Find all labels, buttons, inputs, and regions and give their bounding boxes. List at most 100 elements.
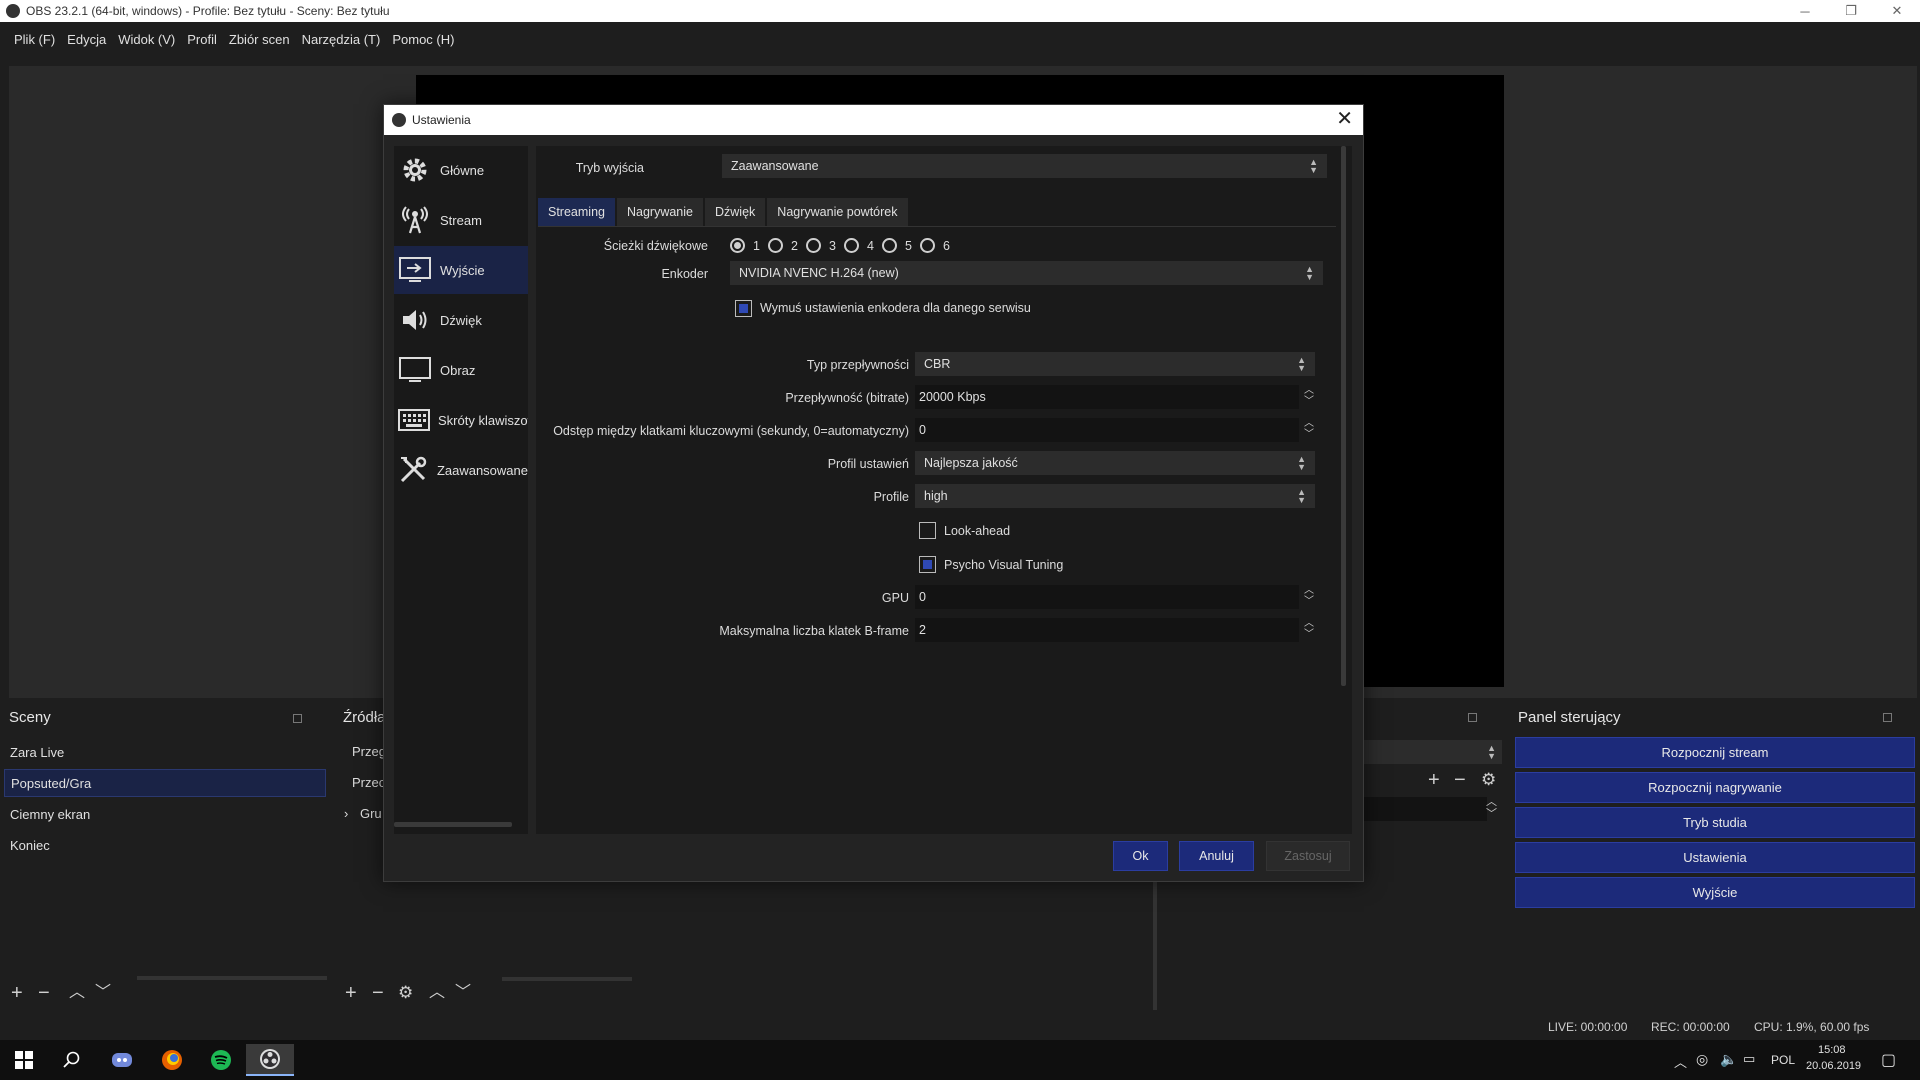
move-down-icon[interactable]: ﹀ [455,983,471,1003]
mixer-scrollbar[interactable] [1153,880,1157,1010]
audio-track-radio-1[interactable] [730,238,745,253]
gpu-label: GPU [881,591,909,605]
wrench-screwdriver-icon [398,453,429,487]
spin-arrows-icon[interactable]: ︿ ﹀ [1301,385,1317,409]
content-scrollbar[interactable] [1341,146,1346,686]
tab-recording[interactable]: Nagrywanie [616,198,703,226]
dock-float-icon[interactable] [1468,713,1477,722]
spin-arrows-icon[interactable]: ︿ ﹀ [1301,418,1317,442]
minimize-button[interactable]: ─ [1782,0,1828,22]
source-group-item[interactable]: › Gru [344,806,382,821]
duration-spinbox[interactable] [1364,797,1487,821]
windows-start-icon[interactable] [0,1044,48,1076]
close-icon[interactable]: ✕ [1336,109,1353,129]
transition-gear-icon[interactable]: ⚙ [1481,770,1496,790]
spotify-icon[interactable] [197,1044,245,1076]
tab-audio[interactable]: Dźwięk [705,198,766,226]
source-item[interactable]: Przeg [352,744,386,759]
spin-arrows-icon[interactable]: ︿ ﹀ [1301,585,1317,609]
move-up-icon[interactable]: ︿ [69,983,85,1003]
profile-select[interactable]: high ▲ ▼ [915,484,1315,508]
add-scene-icon[interactable]: + [11,983,23,1003]
output-mode-select[interactable]: Zaawansowane ▲ ▼ [722,154,1327,178]
sidebar-item-output[interactable]: Wyjście [394,246,528,294]
source-item[interactable]: Przec [352,775,385,790]
add-transition-icon[interactable]: + [1428,770,1440,790]
gpu-spinbox[interactable]: 0 ︿ ﹀ [915,585,1314,609]
start-stream-button[interactable]: Rozpocznij stream [1515,737,1915,768]
sidebar-item-video[interactable]: Obraz [394,346,528,394]
scene-item[interactable]: Ciemny ekran [4,800,326,828]
obs-taskbar-icon[interactable] [246,1044,294,1076]
menu-file[interactable]: Plik (F) [14,32,55,47]
close-window-button[interactable]: ✕ [1874,0,1920,22]
settings-button[interactable]: Ustawienia [1515,842,1915,873]
sidebar-item-audio[interactable]: Dźwięk [394,296,528,344]
discord-icon[interactable] [98,1044,146,1076]
studio-mode-button[interactable]: Tryb studia [1515,807,1915,838]
sidebar-item-stream[interactable]: Stream [394,196,528,244]
rate-control-select[interactable]: CBR ▲ ▼ [915,352,1315,376]
sidebar-item-advanced[interactable]: Zaawansowane [394,446,528,494]
menu-edit[interactable]: Edycja [67,32,106,47]
start-recording-button[interactable]: Rozpocznij nagrywanie [1515,772,1915,803]
language-indicator[interactable]: POL [1771,1053,1795,1067]
chevron-right-icon[interactable]: › [344,806,348,821]
tab-streaming[interactable]: Streaming [538,198,615,226]
enforce-encoder-checkbox[interactable] [735,300,752,317]
lookahead-checkbox[interactable] [919,522,936,539]
move-down-icon[interactable]: ﹀ [95,983,111,1003]
updown-arrow-icon: ▲ ▼ [1309,157,1318,175]
bitrate-spinbox[interactable]: 20000 Kbps ︿ ﹀ [915,385,1314,409]
tray-chevron-up-icon[interactable]: ︿ [1674,1052,1687,1071]
notifications-icon[interactable]: ▢ [1881,1050,1896,1070]
volume-icon[interactable]: 🔈 [1720,1051,1737,1068]
remove-transition-icon[interactable]: − [1454,770,1466,790]
remove-source-icon[interactable]: − [372,983,384,1003]
clock-time[interactable]: 15:08 [1818,1044,1846,1056]
psycho-visual-checkbox[interactable] [919,556,936,573]
menu-profile[interactable]: Profil [187,32,217,47]
audio-track-radio-2[interactable] [768,238,783,253]
move-up-icon[interactable]: ︿ [429,983,445,1003]
tray-steam-icon[interactable]: ◎ [1696,1051,1708,1068]
tab-replay-buffer[interactable]: Nagrywanie powtórek [767,198,908,226]
ok-button[interactable]: Ok [1113,841,1168,871]
apply-button: Zastosuj [1266,841,1350,871]
remove-scene-icon[interactable]: − [38,983,50,1003]
spin-arrows-icon[interactable]: ︿ ﹀ [1486,796,1500,820]
scene-item-selected[interactable]: Popsuted/Gra [4,769,326,797]
sources-scrollbar[interactable] [502,977,632,981]
search-icon[interactable] [48,1044,96,1076]
source-properties-gear-icon[interactable]: ⚙ [398,983,413,1003]
network-icon[interactable]: ▭ [1743,1051,1755,1067]
audio-track-radio-3[interactable] [806,238,821,253]
clock-date[interactable]: 20.06.2019 [1806,1060,1861,1072]
scenes-scrollbar[interactable] [137,976,327,980]
audio-track-radio-5[interactable] [882,238,897,253]
menu-scene-collection[interactable]: Zbiór scen [229,32,290,47]
exit-button[interactable]: Wyjście [1515,877,1915,908]
menu-view[interactable]: Widok (V) [118,32,175,47]
spin-arrows-icon[interactable]: ︿ ﹀ [1301,618,1317,642]
firefox-icon[interactable] [148,1044,196,1076]
encoder-select[interactable]: NVIDIA NVENC H.264 (new) ▲ ▼ [730,261,1323,285]
audio-track-radio-4[interactable] [844,238,859,253]
menu-help[interactable]: Pomoc (H) [392,32,454,47]
maximize-button[interactable]: ❐ [1828,0,1874,22]
scenes-float-icon[interactable] [293,714,302,723]
audio-track-radio-6[interactable] [920,238,935,253]
bframes-spinbox[interactable]: 2 ︿ ﹀ [915,618,1314,642]
transition-select[interactable]: ▲ ▼ [1364,740,1502,764]
sidebar-scrollbar[interactable] [394,822,512,827]
menubar: Plik (F) Edycja Widok (V) Profil Zbiór s… [0,22,1920,56]
preset-select[interactable]: Najlepsza jakość ▲ ▼ [915,451,1315,475]
add-source-icon[interactable]: + [345,983,357,1003]
scene-item[interactable]: Zara Live [4,738,326,766]
scene-item[interactable]: Koniec [4,831,326,859]
cancel-button[interactable]: Anuluj [1179,841,1254,871]
control-panel-float-icon[interactable] [1883,713,1892,722]
sources-title: Źródła [343,709,386,726]
menu-tools[interactable]: Narzędzia (T) [302,32,381,47]
keyframe-interval-spinbox[interactable]: 0 ︿ ﹀ [915,418,1314,442]
